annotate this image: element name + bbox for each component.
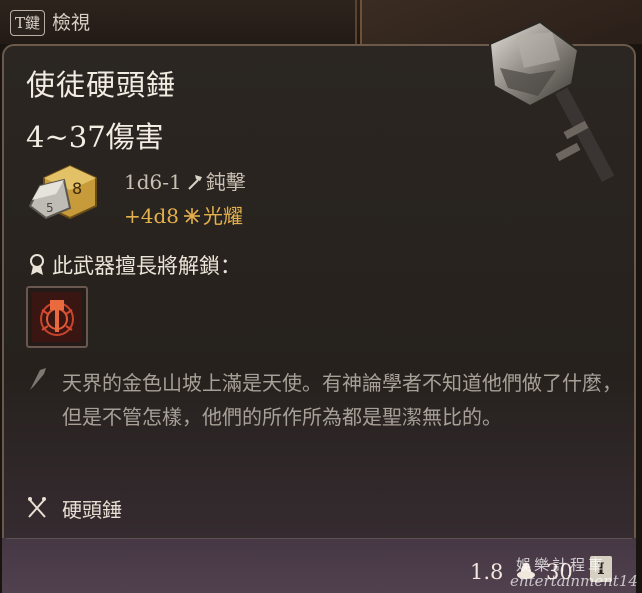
weapon-action-icon	[32, 292, 82, 342]
weapon-type: 硬頭錘	[62, 498, 122, 522]
item-weight: 1.8	[470, 560, 504, 584]
damage-dice: 1d6-1	[124, 170, 182, 194]
damage-dice: +4d8	[124, 204, 180, 228]
weapon-action-slot[interactable]	[26, 286, 88, 348]
damage-total: 4~37傷害	[26, 120, 164, 154]
damage-row-bludgeoning: 1d6-1 鈍擊	[124, 166, 246, 195]
medal-icon	[30, 254, 44, 275]
key-hint-badge: T鍵	[10, 10, 46, 36]
proficiency-unlock-label: 此武器擅長將解鎖：	[52, 254, 241, 278]
dice-icon: 8 5	[28, 164, 97, 220]
mace-item-image	[488, 20, 615, 183]
damage-type: 光耀	[203, 204, 244, 228]
item-name: 使徒硬頭錘	[26, 68, 177, 102]
proficiency-unlock: 此武器擅長將解鎖：	[28, 250, 241, 280]
inspect-button[interactable]: 檢視	[52, 8, 90, 35]
damage-type: 鈍擊	[205, 170, 246, 194]
item-lore: 天界的金色山坡上滿是天使。有神論學者不知道他們做了什麼，但是不管怎樣，他們的所作…	[62, 371, 622, 429]
radiant-icon	[184, 208, 201, 224]
crossed-weapons-icon	[28, 497, 46, 518]
hammer-icon	[188, 175, 202, 190]
svg-text:8: 8	[72, 179, 82, 198]
watermark-bottom: entertainment14	[510, 572, 638, 590]
svg-text:5: 5	[46, 201, 54, 215]
damage-row-radiant: +4d8 光耀	[124, 200, 243, 229]
quill-icon	[30, 368, 46, 390]
footer-divider	[6, 538, 632, 539]
